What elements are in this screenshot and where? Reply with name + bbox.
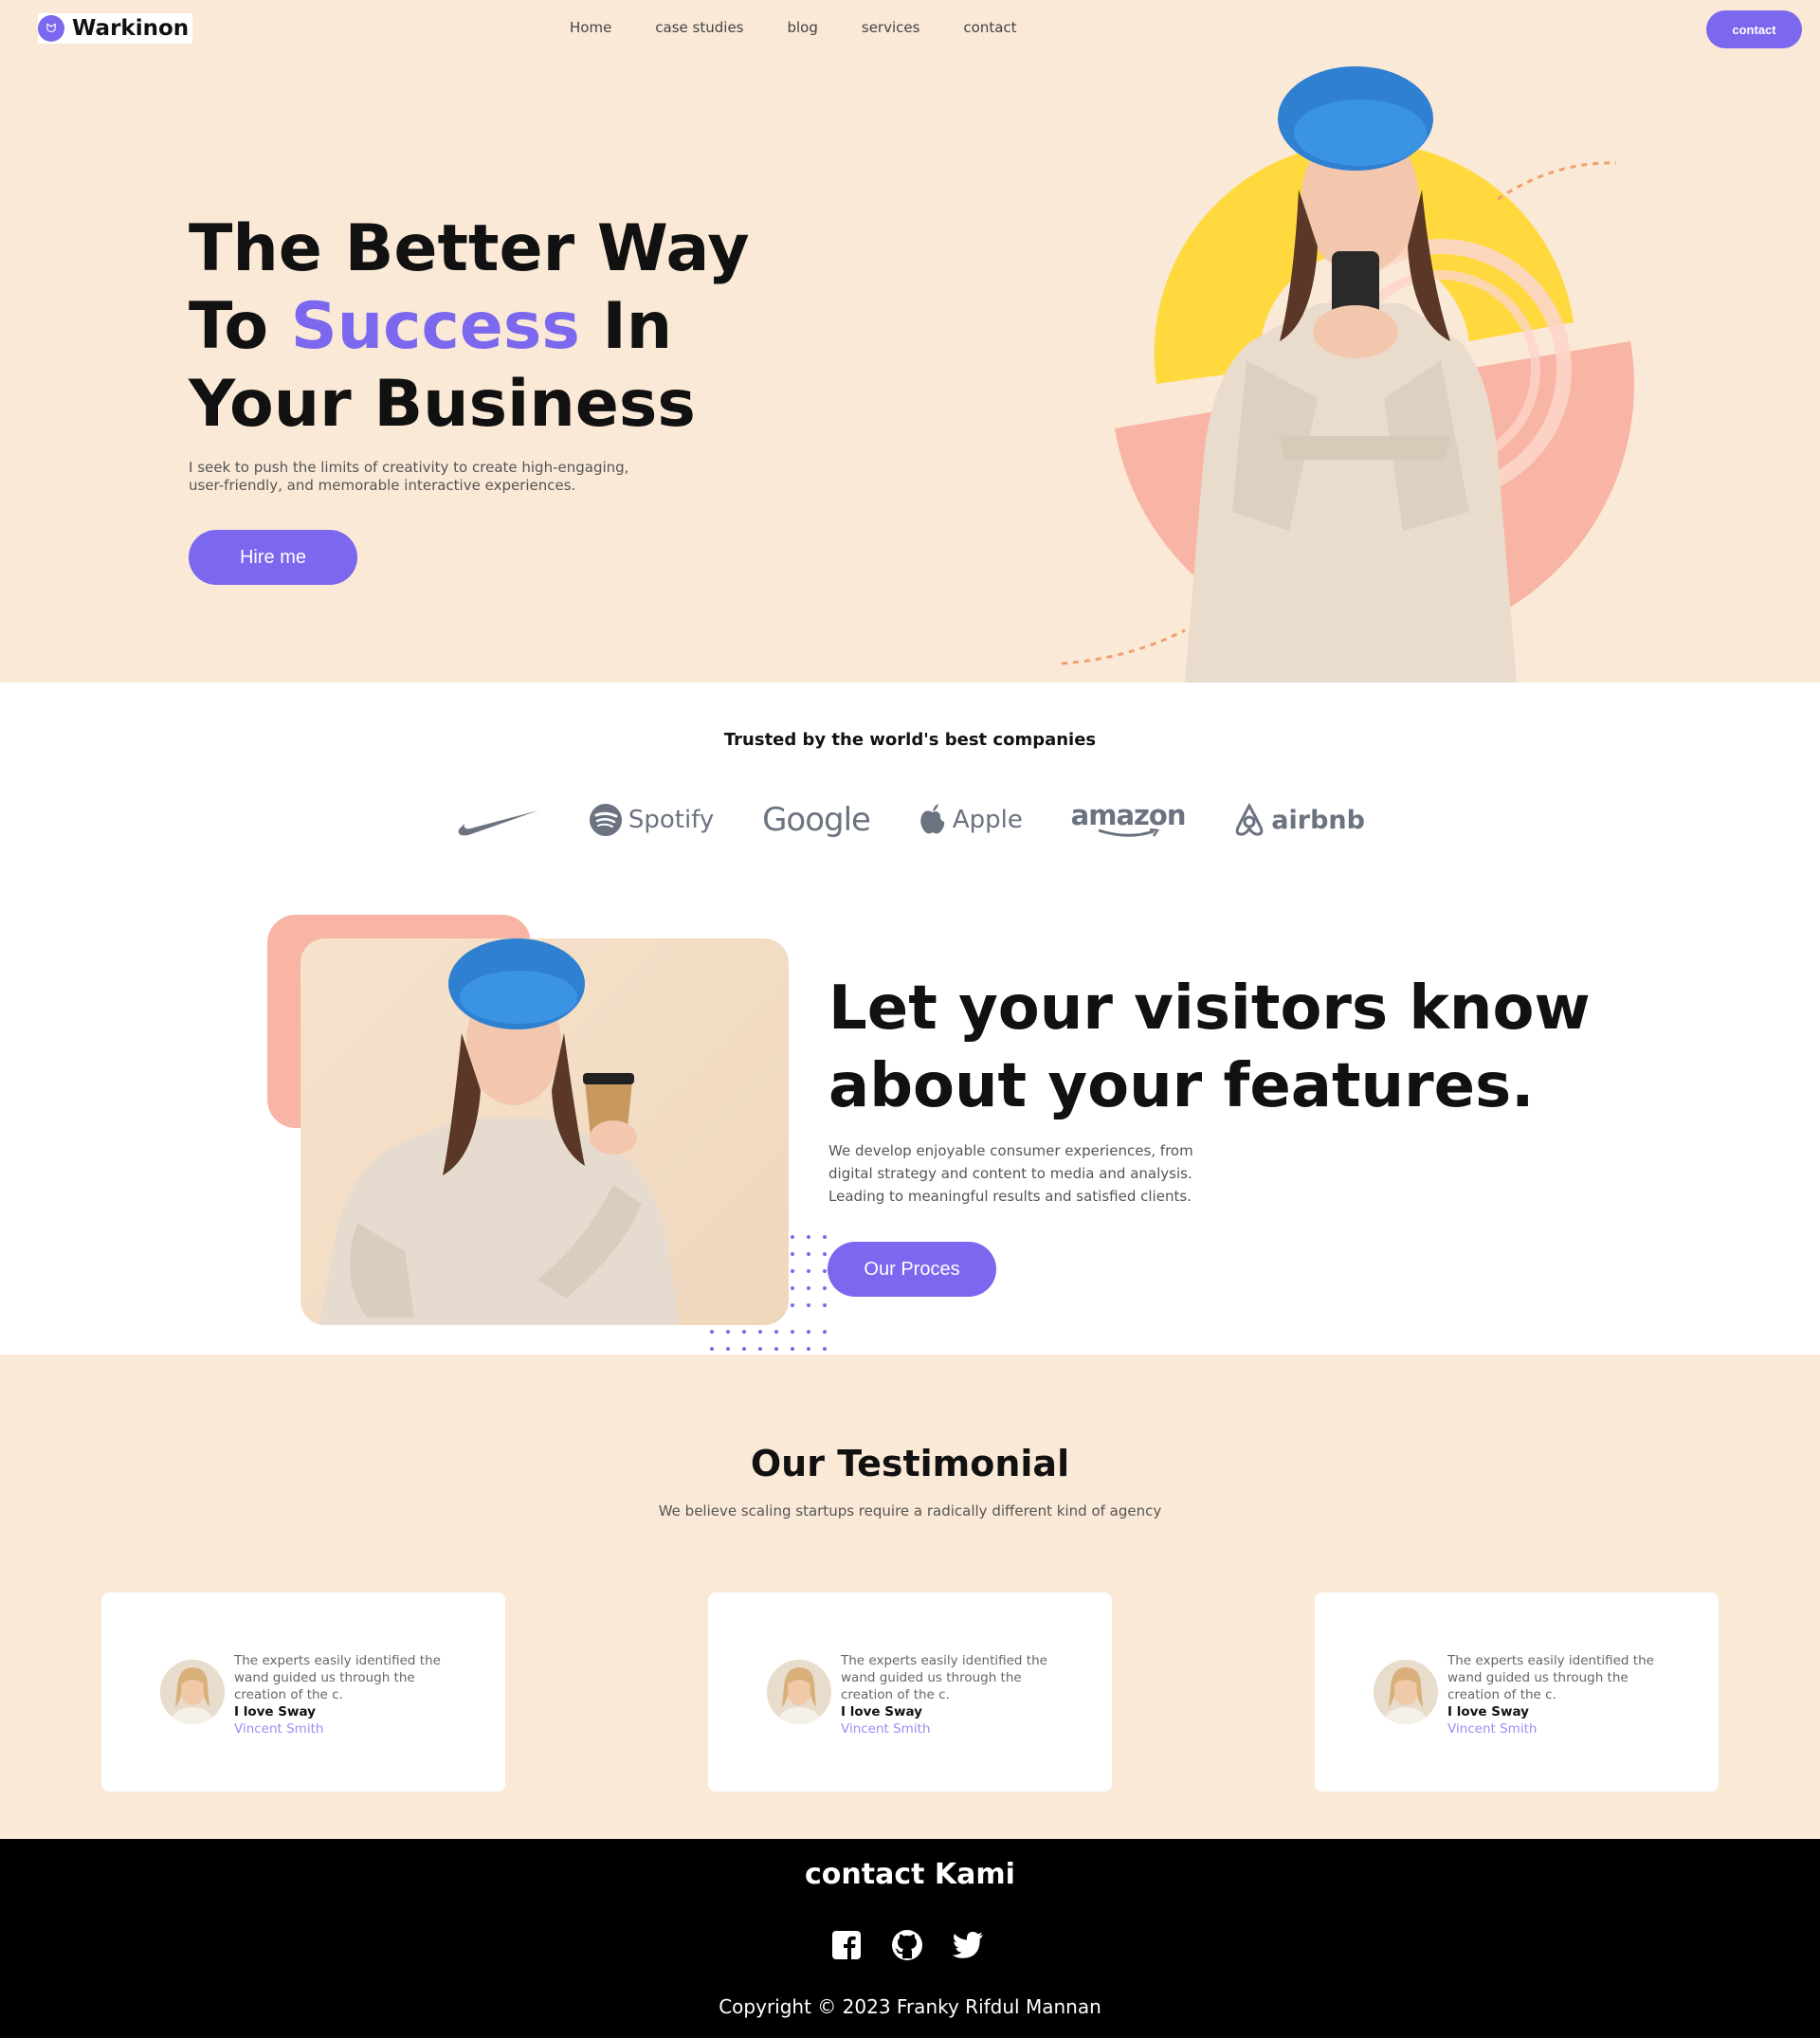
hero-title: The Better Way To Success In Your Busine…: [189, 210, 776, 444]
testimonial-quote: The experts easily identified the wand g…: [234, 1653, 441, 1702]
trusted-title: Trusted by the world's best companies: [723, 730, 1097, 750]
nav-case-studies[interactable]: case studies: [655, 19, 743, 36]
testimonial-card: The experts easily identified the wand g…: [1315, 1592, 1719, 1792]
testimonial-text: The experts easily identified the wand g…: [1447, 1652, 1675, 1738]
twitter-icon[interactable]: [952, 1929, 984, 1961]
github-icon[interactable]: [891, 1929, 923, 1961]
testimonial-author: Vincent Smith: [234, 1721, 324, 1737]
hero-description: I seek to push the limits of creativity …: [189, 459, 629, 494]
spotify-logo-text: Spotify: [628, 806, 715, 834]
copyright-text: Copyright © 2023 Franky Rifdul Mannan: [719, 1995, 1101, 2018]
features-title: Let your visitors know about your featur…: [828, 974, 1591, 1121]
testimonial-author: Vincent Smith: [1447, 1721, 1538, 1737]
testimonial-subtitle: We believe scaling startups require a ra…: [658, 1502, 1162, 1519]
airbnb-logo-text: airbnb: [1271, 805, 1365, 835]
hero-title-in: In: [579, 289, 673, 364]
apple-logo-text: Apple: [952, 806, 1023, 834]
nav-blog[interactable]: blog: [787, 19, 817, 36]
amazon-logo-text: amazon: [1070, 799, 1187, 831]
brand-name: Warkinon: [72, 16, 190, 41]
footer: contact Kami Copyright © 2023 Franky Rif…: [0, 1839, 1820, 2038]
testimonial-card: The experts easily identified the wand g…: [101, 1592, 505, 1792]
features-description: We develop enjoyable consumer experience…: [828, 1142, 1193, 1205]
company-logos: Spotify Google Apple amazon airbnb: [455, 792, 1365, 848]
dots-pattern: [710, 1235, 827, 1351]
hero-title-line1: The Better Way: [189, 211, 750, 286]
google-logo-text: Google: [762, 801, 871, 839]
avatar: [767, 1660, 831, 1724]
airbnb-icon: [1235, 803, 1264, 836]
spotify-icon: [589, 804, 622, 836]
testimonial-quote: The experts easily identified the wand g…: [841, 1653, 1047, 1702]
testimonial-title: Our Testimonial: [750, 1443, 1070, 1484]
testimonial-author: Vincent Smith: [841, 1721, 931, 1737]
testimonial-card: The experts easily identified the wand g…: [708, 1592, 1112, 1792]
brand[interactable]: ᗢ Warkinon: [38, 13, 193, 44]
hero-illustration: [1061, 66, 1634, 682]
nav-home[interactable]: Home: [570, 19, 611, 36]
testimonial-name: I love Sway: [1447, 1704, 1529, 1720]
testimonial-name: I love Sway: [234, 1704, 316, 1720]
amazon-logo: amazon: [1071, 802, 1186, 838]
spotify-logo: Spotify: [589, 803, 714, 837]
hero-title-accent: Success: [290, 289, 580, 364]
woman-figure: [1185, 66, 1517, 682]
google-logo: Google: [762, 801, 871, 839]
nike-logo-icon: [455, 801, 540, 839]
nav-services[interactable]: services: [862, 19, 920, 36]
testimonial-text: The experts easily identified the wand g…: [841, 1652, 1068, 1738]
nav-contact[interactable]: contact: [963, 19, 1016, 36]
testimonial-text: The experts easily identified the wand g…: [234, 1652, 462, 1738]
testimonial-name: I love Sway: [841, 1704, 922, 1720]
dashed-curve-top: [1497, 161, 1617, 201]
amazon-smile-icon: [1098, 828, 1160, 837]
testimonial-section: Our Testimonial We believe scaling start…: [0, 1355, 1820, 1839]
apple-logo: Apple: [919, 803, 1023, 837]
social-links: [830, 1929, 984, 1961]
hero-section: ᗢ Warkinon Home case studies blog servic…: [0, 0, 1820, 682]
facebook-icon[interactable]: [830, 1929, 863, 1961]
apple-icon: [920, 804, 945, 834]
testimonial-quote: The experts easily identified the wand g…: [1447, 1653, 1654, 1702]
our-proces-button[interactable]: Our Proces: [828, 1242, 996, 1297]
footer-title: contact Kami: [805, 1858, 1015, 1891]
airbnb-logo: airbnb: [1233, 803, 1365, 837]
dashed-curve-bottom: [1061, 628, 1186, 665]
hire-me-button[interactable]: Hire me: [189, 530, 357, 585]
main-nav: Home case studies blog services contact: [570, 19, 1017, 36]
avatar: [160, 1660, 225, 1724]
brand-logo-icon: ᗢ: [38, 15, 64, 42]
hero-title-line3: Your Business: [189, 367, 696, 442]
header-contact-button[interactable]: contact: [1706, 10, 1802, 48]
avatar: [1374, 1660, 1438, 1724]
hero-title-to: To: [189, 289, 291, 364]
